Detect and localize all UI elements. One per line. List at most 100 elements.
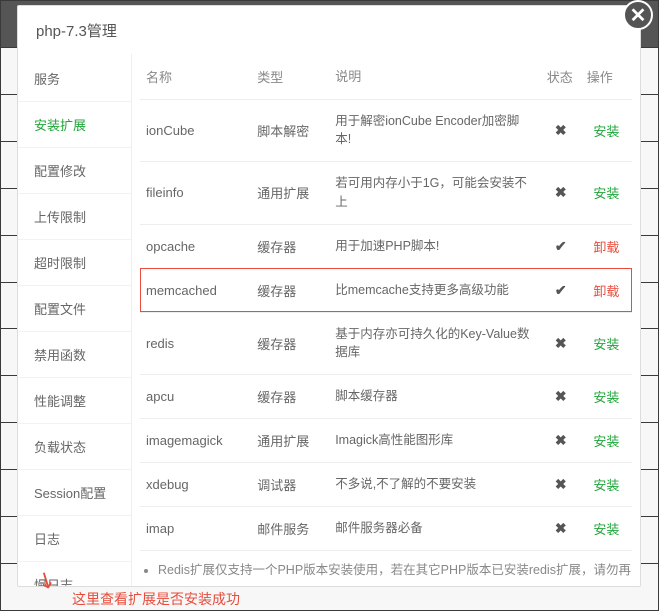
ext-name: redis [140,312,251,375]
php-manage-modal: ✕ php-7.3管理 服务安装扩展配置修改上传限制超时限制配置文件禁用函数性能… [17,5,641,587]
ext-op: 安装 [581,162,632,225]
ext-type: 通用扩展 [251,419,329,463]
modal-title: php-7.3管理 [18,6,640,53]
cross-icon: ✖ [555,388,567,404]
ext-type: 调试器 [251,463,329,507]
sidebar-item-6[interactable]: 禁用函数 [18,332,131,378]
ext-type: 通用扩展 [251,162,329,225]
sidebar-item-5[interactable]: 配置文件 [18,286,131,332]
table-row: xdebug调试器不多说,不了解的不要安装 ✖ 安装 [140,463,632,507]
ext-name: apcu [140,375,251,419]
ext-op: 安装 [581,99,632,162]
notes-list: Redis扩展仅支持一个PHP版本安装使用，若在其它PHP版本已安装redis扩… [158,559,632,586]
header-desc: 说明 [329,54,540,99]
cross-icon: ✖ [555,335,567,351]
ext-state: ✔ [541,224,581,268]
ext-state: ✖ [541,162,581,225]
sidebar: 服务安装扩展配置修改上传限制超时限制配置文件禁用函数性能调整负载状态Sessio… [18,54,132,586]
ext-desc: 用于解密ionCube Encoder加密脚本! [329,99,540,162]
install-link[interactable]: 安装 [593,390,619,405]
install-link[interactable]: 安装 [593,186,619,201]
ext-name: imap [140,507,251,551]
ext-desc: 不多说,不了解的不要安装 [329,463,540,507]
ext-type: 脚本解密 [251,99,329,162]
ext-state: ✖ [541,312,581,375]
cross-icon: ✖ [555,432,567,448]
check-icon: ✔ [555,282,567,298]
ext-name: imagemagick [140,419,251,463]
table-row: redis缓存器基于内存亦可持久化的Key-Value数据库 ✖ 安装 [140,312,632,375]
table-row: ionCube脚本解密用于解密ionCube Encoder加密脚本! ✖ 安装 [140,99,632,162]
ext-type: 缓存器 [251,312,329,375]
table-row: opcache缓存器用于加速PHP脚本! ✔ 卸载 [140,224,632,268]
install-link[interactable]: 安装 [593,124,619,139]
ext-state: ✔ [541,268,581,312]
ext-op: 安装 [581,375,632,419]
table-row: fileinfo通用扩展若可用内存小于1G，可能会安装不上 ✖ 安装 [140,162,632,225]
header-type: 类型 [251,54,329,99]
table-row: memcached缓存器比memcache支持更多高级功能 ✔ 卸载 [140,268,632,312]
header-op: 操作 [581,54,632,99]
install-link[interactable]: 安装 [593,522,619,537]
ext-state: ✖ [541,463,581,507]
sidebar-item-2[interactable]: 配置修改 [18,148,131,194]
sidebar-item-3[interactable]: 上传限制 [18,194,131,240]
ext-desc: 基于内存亦可持久化的Key-Value数据库 [329,312,540,375]
install-link[interactable]: 安装 [593,478,619,493]
table-row: imagemagick通用扩展Imagick高性能图形库 ✖ 安装 [140,419,632,463]
ext-name: ionCube [140,99,251,162]
ext-desc: 邮件服务器必备 [329,507,540,551]
ext-type: 缓存器 [251,224,329,268]
ext-op: 卸载 [581,224,632,268]
sidebar-item-11[interactable]: 慢日志 [18,562,131,586]
cross-icon: ✖ [555,520,567,536]
ext-desc: 若可用内存小于1G，可能会安装不上 [329,162,540,225]
modal-body: 服务安装扩展配置修改上传限制超时限制配置文件禁用函数性能调整负载状态Sessio… [18,53,640,586]
content-pane: 名称 类型 说明 状态 操作 ionCube脚本解密用于解密ionCube En… [132,54,640,586]
table-row: imap邮件服务邮件服务器必备 ✖ 安装 [140,507,632,551]
install-link[interactable]: 安装 [593,434,619,449]
ext-name: fileinfo [140,162,251,225]
cross-icon: ✖ [555,184,567,200]
ext-op: 安装 [581,419,632,463]
extensions-table: 名称 类型 说明 状态 操作 ionCube脚本解密用于解密ionCube En… [140,54,632,551]
ext-state: ✖ [541,99,581,162]
sidebar-item-9[interactable]: Session配置 [18,470,131,516]
close-button[interactable]: ✕ [623,0,653,30]
ext-desc: 脚本缓存器 [329,375,540,419]
ext-name: memcached [140,268,251,312]
header-state: 状态 [541,54,581,99]
close-icon: ✕ [630,3,647,28]
header-name: 名称 [140,54,251,99]
uninstall-link[interactable]: 卸载 [593,240,619,255]
ext-op: 安装 [581,312,632,375]
ext-type: 缓存器 [251,268,329,312]
table-header-row: 名称 类型 说明 状态 操作 [140,54,632,99]
ext-op: 安装 [581,507,632,551]
ext-desc: Imagick高性能图形库 [329,419,540,463]
table-row: apcu缓存器脚本缓存器 ✖ 安装 [140,375,632,419]
sidebar-item-1[interactable]: 安装扩展 [18,102,131,148]
ext-type: 缓存器 [251,375,329,419]
ext-op: 安装 [581,463,632,507]
note-item: Redis扩展仅支持一个PHP版本安装使用，若在其它PHP版本已安装redis扩… [158,559,632,586]
ext-op: 卸载 [581,268,632,312]
ext-state: ✖ [541,375,581,419]
uninstall-link[interactable]: 卸载 [593,284,619,299]
install-link[interactable]: 安装 [593,337,619,352]
ext-name: xdebug [140,463,251,507]
ext-desc: 用于加速PHP脚本! [329,224,540,268]
sidebar-item-8[interactable]: 负载状态 [18,424,131,470]
ext-type: 邮件服务 [251,507,329,551]
sidebar-item-7[interactable]: 性能调整 [18,378,131,424]
ext-name: opcache [140,224,251,268]
sidebar-item-4[interactable]: 超时限制 [18,240,131,286]
sidebar-item-10[interactable]: 日志 [18,516,131,562]
cross-icon: ✖ [555,122,567,138]
cross-icon: ✖ [555,476,567,492]
sidebar-item-0[interactable]: 服务 [18,56,131,102]
check-icon: ✔ [555,238,567,254]
ext-desc: 比memcache支持更多高级功能 [329,268,540,312]
ext-state: ✖ [541,507,581,551]
ext-state: ✖ [541,419,581,463]
